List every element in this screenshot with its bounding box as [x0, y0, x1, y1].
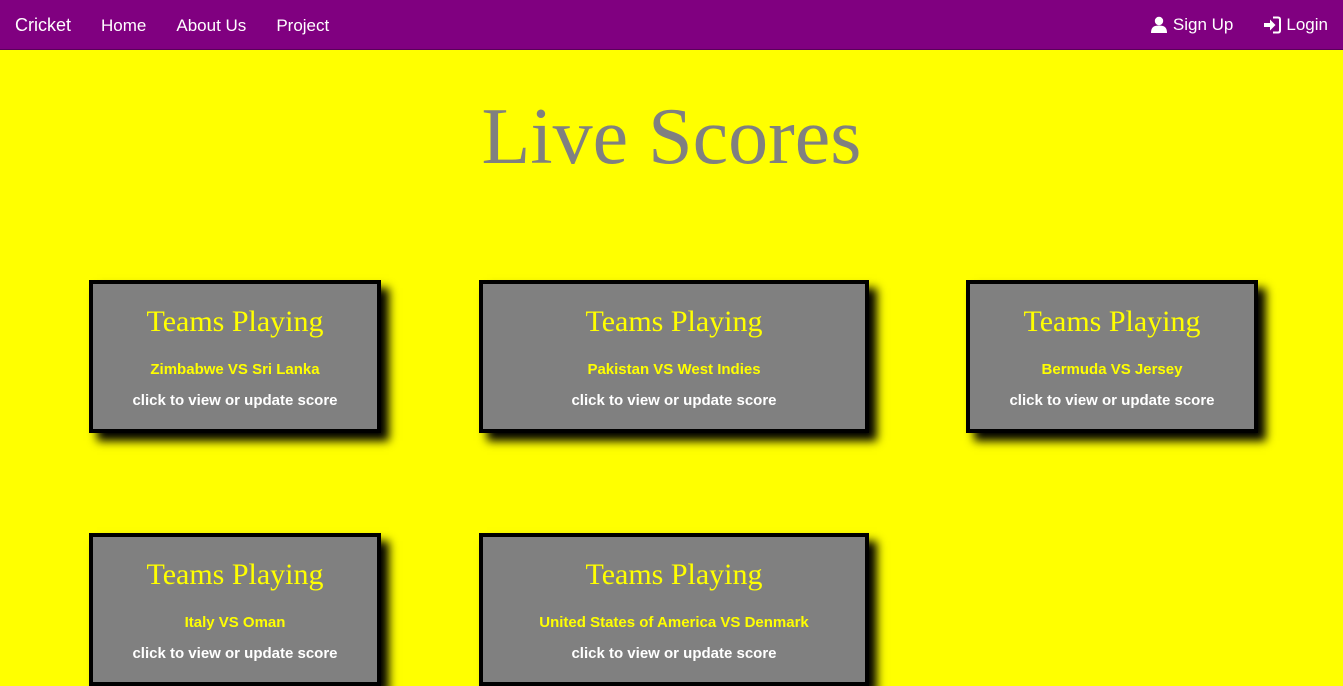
nav-link-project[interactable]: Project: [261, 3, 344, 48]
card-action-link[interactable]: click to view or update score: [93, 392, 377, 410]
card-heading: Teams Playing: [585, 558, 763, 591]
card-action-link[interactable]: click to view or update score: [93, 645, 377, 663]
card-teams: Italy VS Oman: [184, 614, 286, 631]
nav-link-about-us[interactable]: About Us: [161, 3, 261, 48]
nav-right: Sign Up Login: [1135, 0, 1343, 50]
user-icon: [1150, 16, 1168, 34]
nav-left: Cricket Home About Us Project: [0, 0, 344, 50]
sign-up-link[interactable]: Sign Up: [1135, 1, 1248, 49]
card-teams: Zimbabwe VS Sri Lanka: [150, 361, 320, 378]
brand-link[interactable]: Cricket: [0, 3, 86, 48]
card-action-link[interactable]: click to view or update score: [483, 645, 865, 663]
nav-link-home[interactable]: Home: [86, 3, 161, 48]
card-heading: Teams Playing: [1023, 305, 1201, 338]
login-label: Login: [1286, 15, 1328, 34]
page-title: Live Scores: [481, 93, 862, 181]
match-card[interactable]: Teams Playing Pakistan VS West Indies cl…: [479, 280, 869, 433]
card-teams: Bermuda VS Jersey: [1041, 361, 1183, 378]
match-card[interactable]: Teams Playing United States of America V…: [479, 533, 869, 686]
login-icon: [1263, 16, 1282, 34]
card-teams: Pakistan VS West Indies: [587, 361, 761, 378]
match-card[interactable]: Teams Playing Zimbabwe VS Sri Lanka clic…: [89, 280, 381, 433]
card-heading: Teams Playing: [585, 305, 763, 338]
login-link[interactable]: Login: [1248, 1, 1343, 49]
card-heading: Teams Playing: [146, 305, 324, 338]
card-action-link[interactable]: click to view or update score: [483, 392, 865, 410]
card-teams: United States of America VS Denmark: [539, 614, 809, 631]
match-card[interactable]: Teams Playing Italy VS Oman click to vie…: [89, 533, 381, 686]
card-action-link[interactable]: click to view or update score: [970, 392, 1254, 410]
match-card[interactable]: Teams Playing Bermuda VS Jersey click to…: [966, 280, 1258, 433]
sign-up-label: Sign Up: [1172, 15, 1234, 34]
card-heading: Teams Playing: [146, 558, 324, 591]
navbar: Cricket Home About Us Project Sign Up Lo…: [0, 0, 1343, 50]
